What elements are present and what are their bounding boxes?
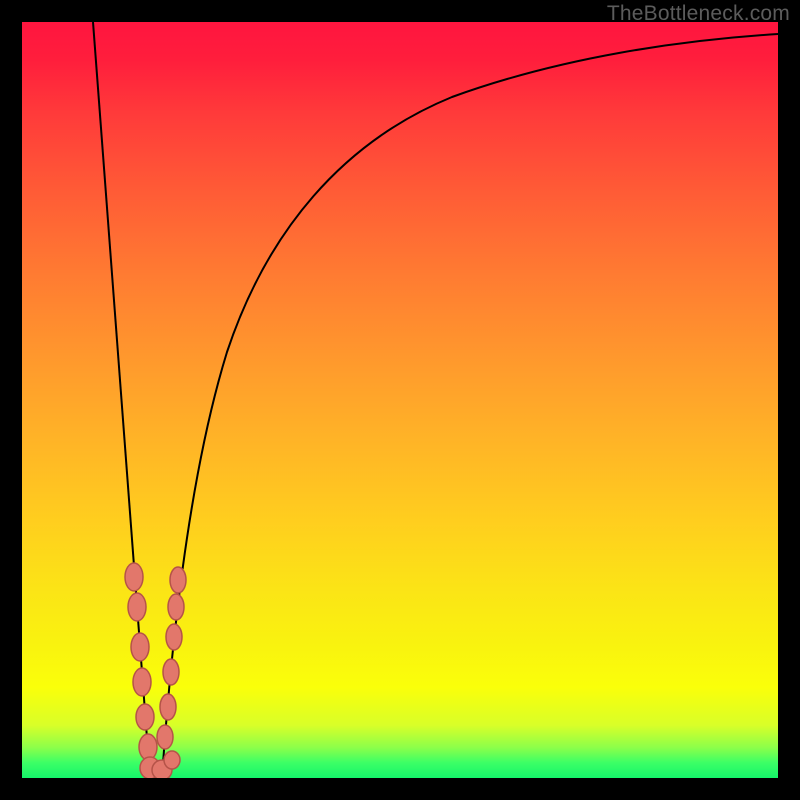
attribution-watermark: TheBottleneck.com	[607, 2, 790, 26]
marker-11	[166, 624, 182, 650]
chart-svg	[22, 22, 778, 778]
marker-14	[157, 725, 173, 749]
marker-10	[168, 594, 184, 620]
ascending-curve	[162, 34, 778, 778]
descending-line	[93, 22, 150, 778]
marker-12	[163, 659, 179, 685]
marker-8	[164, 751, 180, 769]
marker-0	[125, 563, 143, 591]
marker-13	[160, 694, 176, 720]
marker-2	[131, 633, 149, 661]
marker-9	[170, 567, 186, 593]
marker-1	[128, 593, 146, 621]
marker-4	[136, 704, 154, 730]
marker-3	[133, 668, 151, 696]
marker-5	[139, 734, 157, 760]
chart-plot-area	[22, 22, 778, 778]
